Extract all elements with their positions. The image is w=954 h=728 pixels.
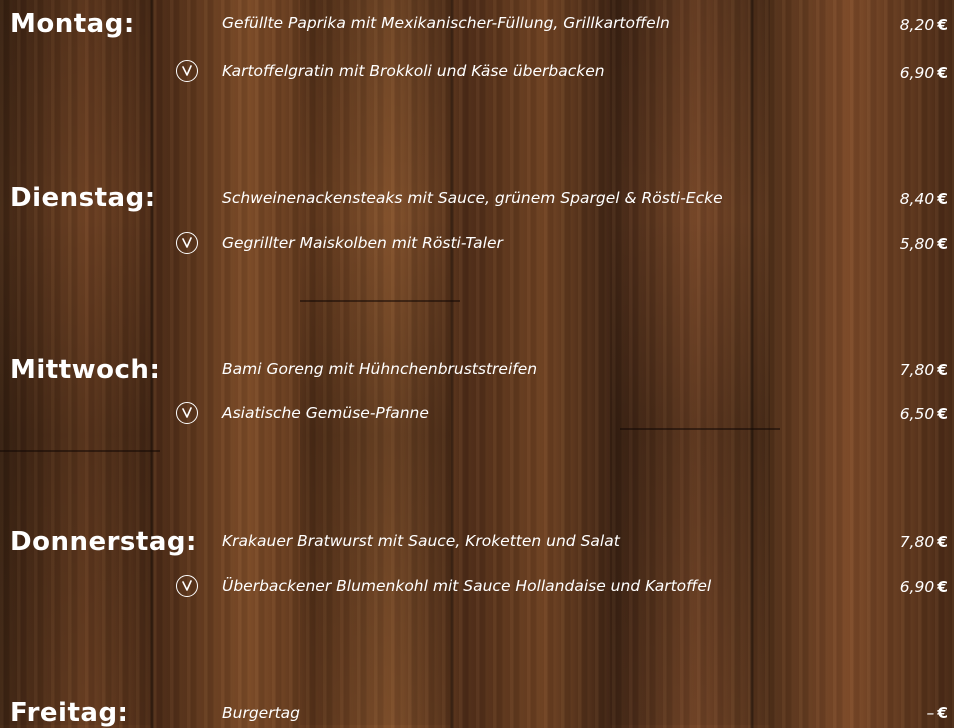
vegetarian-dish: Überbackener Blumenkohl mit Sauce Hollan… (222, 577, 712, 595)
vegetarian-dish-price: 5,80 € (899, 235, 948, 253)
vegetarian-leaf-icon (176, 402, 198, 424)
day-label: Montag: (10, 9, 135, 39)
day-label: Mittwoch: (10, 355, 161, 385)
main-dish-price: 8,40 € (899, 190, 948, 208)
main-dish: Schweinenackensteaks mit Sauce, grünem S… (222, 189, 723, 207)
main-dish-price: 7,80 € (899, 361, 948, 379)
vegetarian-dish: Gegrillter Maiskolben mit Rösti-Taler (222, 234, 503, 252)
main-dish: Krakauer Bratwurst mit Sauce, Kroketten … (222, 532, 620, 550)
day-label: Freitag: (10, 698, 129, 728)
vegetarian-dish: Kartoffelgratin mit Brokkoli und Käse üb… (222, 62, 605, 80)
vegetarian-leaf-icon (176, 232, 198, 254)
wood-seam (620, 428, 780, 430)
wood-seam (0, 450, 160, 452)
vegetarian-dish-price: 6,90 € (899, 578, 948, 596)
vegetarian-dish: Asiatische Gemüse-Pfanne (222, 404, 429, 422)
main-dish-price: 7,80 € (899, 533, 948, 551)
main-dish: Gefüllte Paprika mit Mexikanischer-Füllu… (222, 14, 670, 32)
vegetarian-dish-price: 6,50 € (899, 405, 948, 423)
vegetarian-dish-price: 6,90 € (899, 64, 948, 82)
wood-plank-shade (610, 0, 770, 725)
main-dish-price: – € (926, 704, 948, 722)
vegetarian-leaf-icon (176, 60, 198, 82)
main-dish-price: 8,20 € (899, 16, 948, 34)
vegetarian-leaf-icon (176, 575, 198, 597)
day-label: Dienstag: (10, 183, 156, 213)
main-dish: Bami Goreng mit Hühnchenbruststreifen (222, 360, 538, 378)
day-label: Donnerstag: (10, 527, 197, 557)
wood-seam (300, 300, 460, 302)
main-dish: Burgertag (222, 704, 300, 722)
